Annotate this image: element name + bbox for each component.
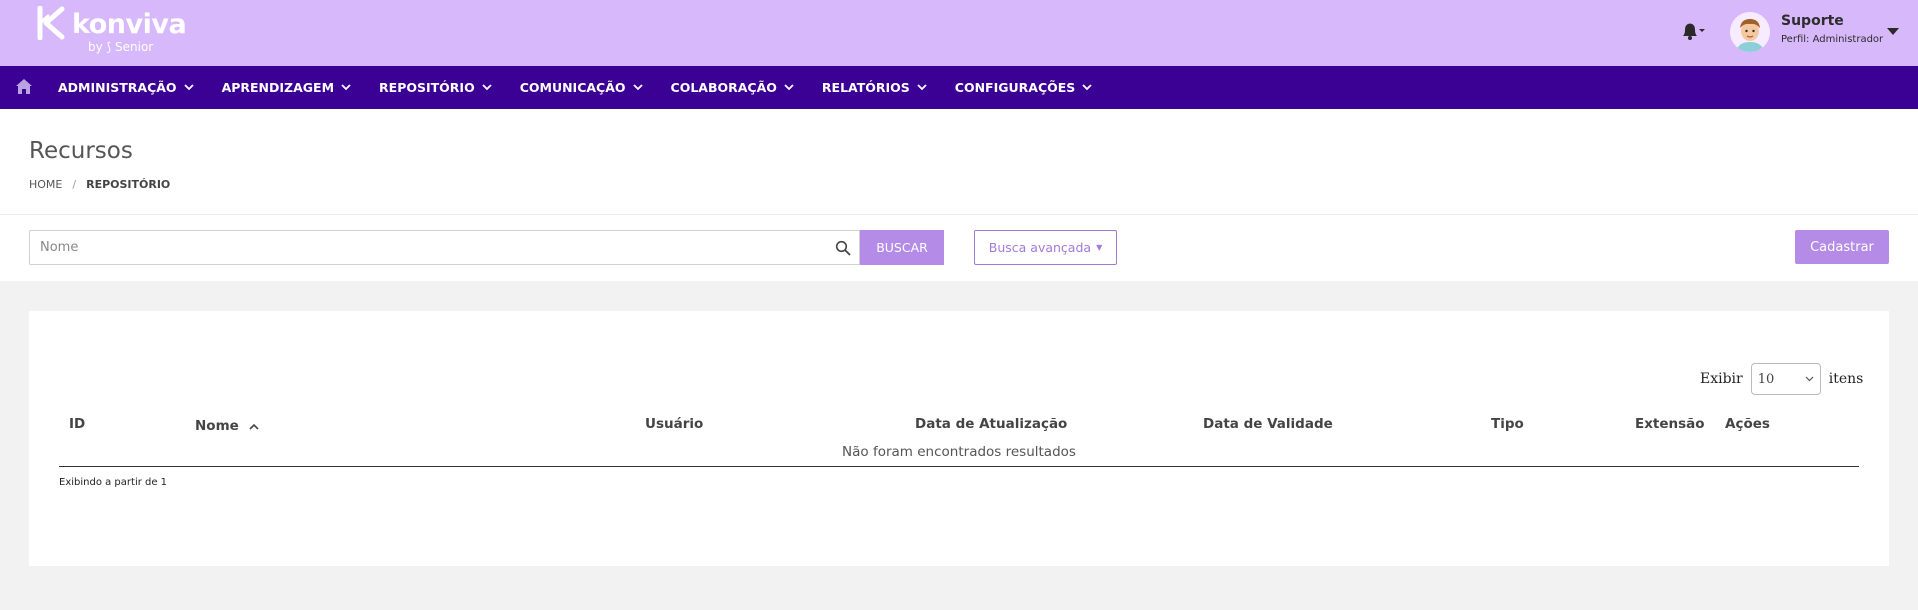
- column-header-tipo[interactable]: Tipo: [1491, 416, 1524, 432]
- brand-name: konviva: [72, 9, 187, 40]
- nav-item-configuracoes[interactable]: CONFIGURAÇÕES: [955, 80, 1093, 95]
- breadcrumb-home[interactable]: HOME: [29, 178, 62, 191]
- header-divider: [0, 214, 1918, 215]
- chevron-down-icon: [784, 84, 794, 91]
- advanced-search-label: Busca avançada: [988, 240, 1092, 255]
- nav-item-administracao[interactable]: ADMINISTRAÇÃO: [58, 80, 194, 95]
- konviva-k-icon: [37, 6, 65, 40]
- notification-bell-icon[interactable]: [1680, 21, 1706, 41]
- results-info: Exibindo a partir de 1: [59, 477, 168, 488]
- nav-menu: ADMINISTRAÇÃO APRENDIZAGEM REPOSITÓRIO C…: [58, 66, 1120, 109]
- top-header: konviva by ⟆ Senior Suporte Perfil: Admi…: [0, 0, 1918, 66]
- create-button[interactable]: Cadastrar: [1795, 230, 1889, 264]
- advanced-search-button[interactable]: Busca avançada ▼: [974, 230, 1117, 265]
- column-header-data-validade[interactable]: Data de Validade: [1203, 416, 1333, 432]
- column-header-id[interactable]: ID: [69, 416, 85, 432]
- nav-item-colaboracao[interactable]: COLABORAÇÃO: [671, 80, 794, 95]
- breadcrumb: HOME / REPOSITÓRIO: [29, 178, 170, 191]
- column-header-nome[interactable]: Nome: [195, 418, 259, 434]
- results-card: Exibir 10 itens ID Nome Usuário Data de …: [29, 311, 1889, 566]
- column-header-label: Nome: [195, 418, 239, 434]
- user-avatar[interactable]: [1730, 12, 1770, 52]
- chevron-down-icon: [482, 84, 492, 91]
- nav-item-label: APRENDIZAGEM: [221, 80, 335, 95]
- page-size-control: Exibir 10 itens: [1700, 363, 1863, 395]
- column-header-acoes: Ações: [1725, 416, 1770, 432]
- nav-item-label: COLABORAÇÃO: [670, 80, 777, 95]
- nav-item-label: ADMINISTRAÇÃO: [58, 80, 177, 95]
- nav-item-relatorios[interactable]: RELATÓRIOS: [822, 80, 927, 95]
- page-size-prefix: Exibir: [1700, 371, 1743, 387]
- page-title: Recursos: [29, 138, 133, 164]
- nav-item-comunicacao[interactable]: COMUNICAÇÃO: [520, 80, 643, 95]
- chevron-down-icon: [917, 84, 927, 91]
- chevron-down-icon: [1082, 84, 1092, 91]
- page-size-select[interactable]: 10: [1750, 363, 1821, 395]
- table-divider: [59, 466, 1859, 467]
- avatar-face-icon: [1730, 12, 1770, 52]
- nav-item-label: REPOSITÓRIO: [379, 80, 475, 95]
- brand-sub: by ⟆ Senior: [88, 40, 154, 54]
- chevron-down-icon: [183, 84, 194, 91]
- search-button[interactable]: BUSCAR: [860, 230, 944, 265]
- user-role: Perfil: Administrador: [1781, 34, 1884, 45]
- breadcrumb-current: REPOSITÓRIO: [86, 178, 171, 191]
- search-icon[interactable]: [835, 240, 851, 256]
- empty-results-message: Não foram encontrados resultados: [842, 444, 1076, 460]
- user-menu-caret-icon[interactable]: [1886, 26, 1900, 36]
- main-nav: ADMINISTRAÇÃO APRENDIZAGEM REPOSITÓRIO C…: [0, 66, 1918, 109]
- chevron-down-icon: [341, 84, 351, 91]
- nav-item-label: CONFIGURAÇÕES: [954, 80, 1076, 95]
- home-icon[interactable]: [15, 78, 33, 95]
- page-size-value: 10: [1757, 371, 1775, 387]
- column-header-usuario[interactable]: Usuário: [645, 416, 703, 432]
- chevron-down-icon: [632, 84, 643, 91]
- sort-ascending-icon: [248, 423, 259, 430]
- breadcrumb-separator: /: [72, 178, 77, 191]
- page-size-suffix: itens: [1828, 371, 1864, 387]
- search-input[interactable]: [40, 231, 820, 264]
- nav-item-label: RELATÓRIOS: [821, 80, 910, 95]
- konviva-logo[interactable]: konviva by ⟆ Senior: [36, 6, 187, 58]
- nav-item-label: COMUNICAÇÃO: [519, 80, 626, 95]
- search-box: [29, 230, 860, 265]
- column-header-data-atualizacao[interactable]: Data de Atualização: [915, 416, 1067, 432]
- user-name[interactable]: Suporte: [1781, 13, 1844, 29]
- nav-item-aprendizagem[interactable]: APRENDIZAGEM: [222, 80, 351, 95]
- chevron-down-icon: [1805, 376, 1814, 382]
- caret-down-icon: ▼: [1096, 243, 1103, 252]
- column-header-extensao[interactable]: Extensão: [1635, 416, 1705, 432]
- nav-item-repositorio[interactable]: REPOSITÓRIO: [379, 80, 492, 95]
